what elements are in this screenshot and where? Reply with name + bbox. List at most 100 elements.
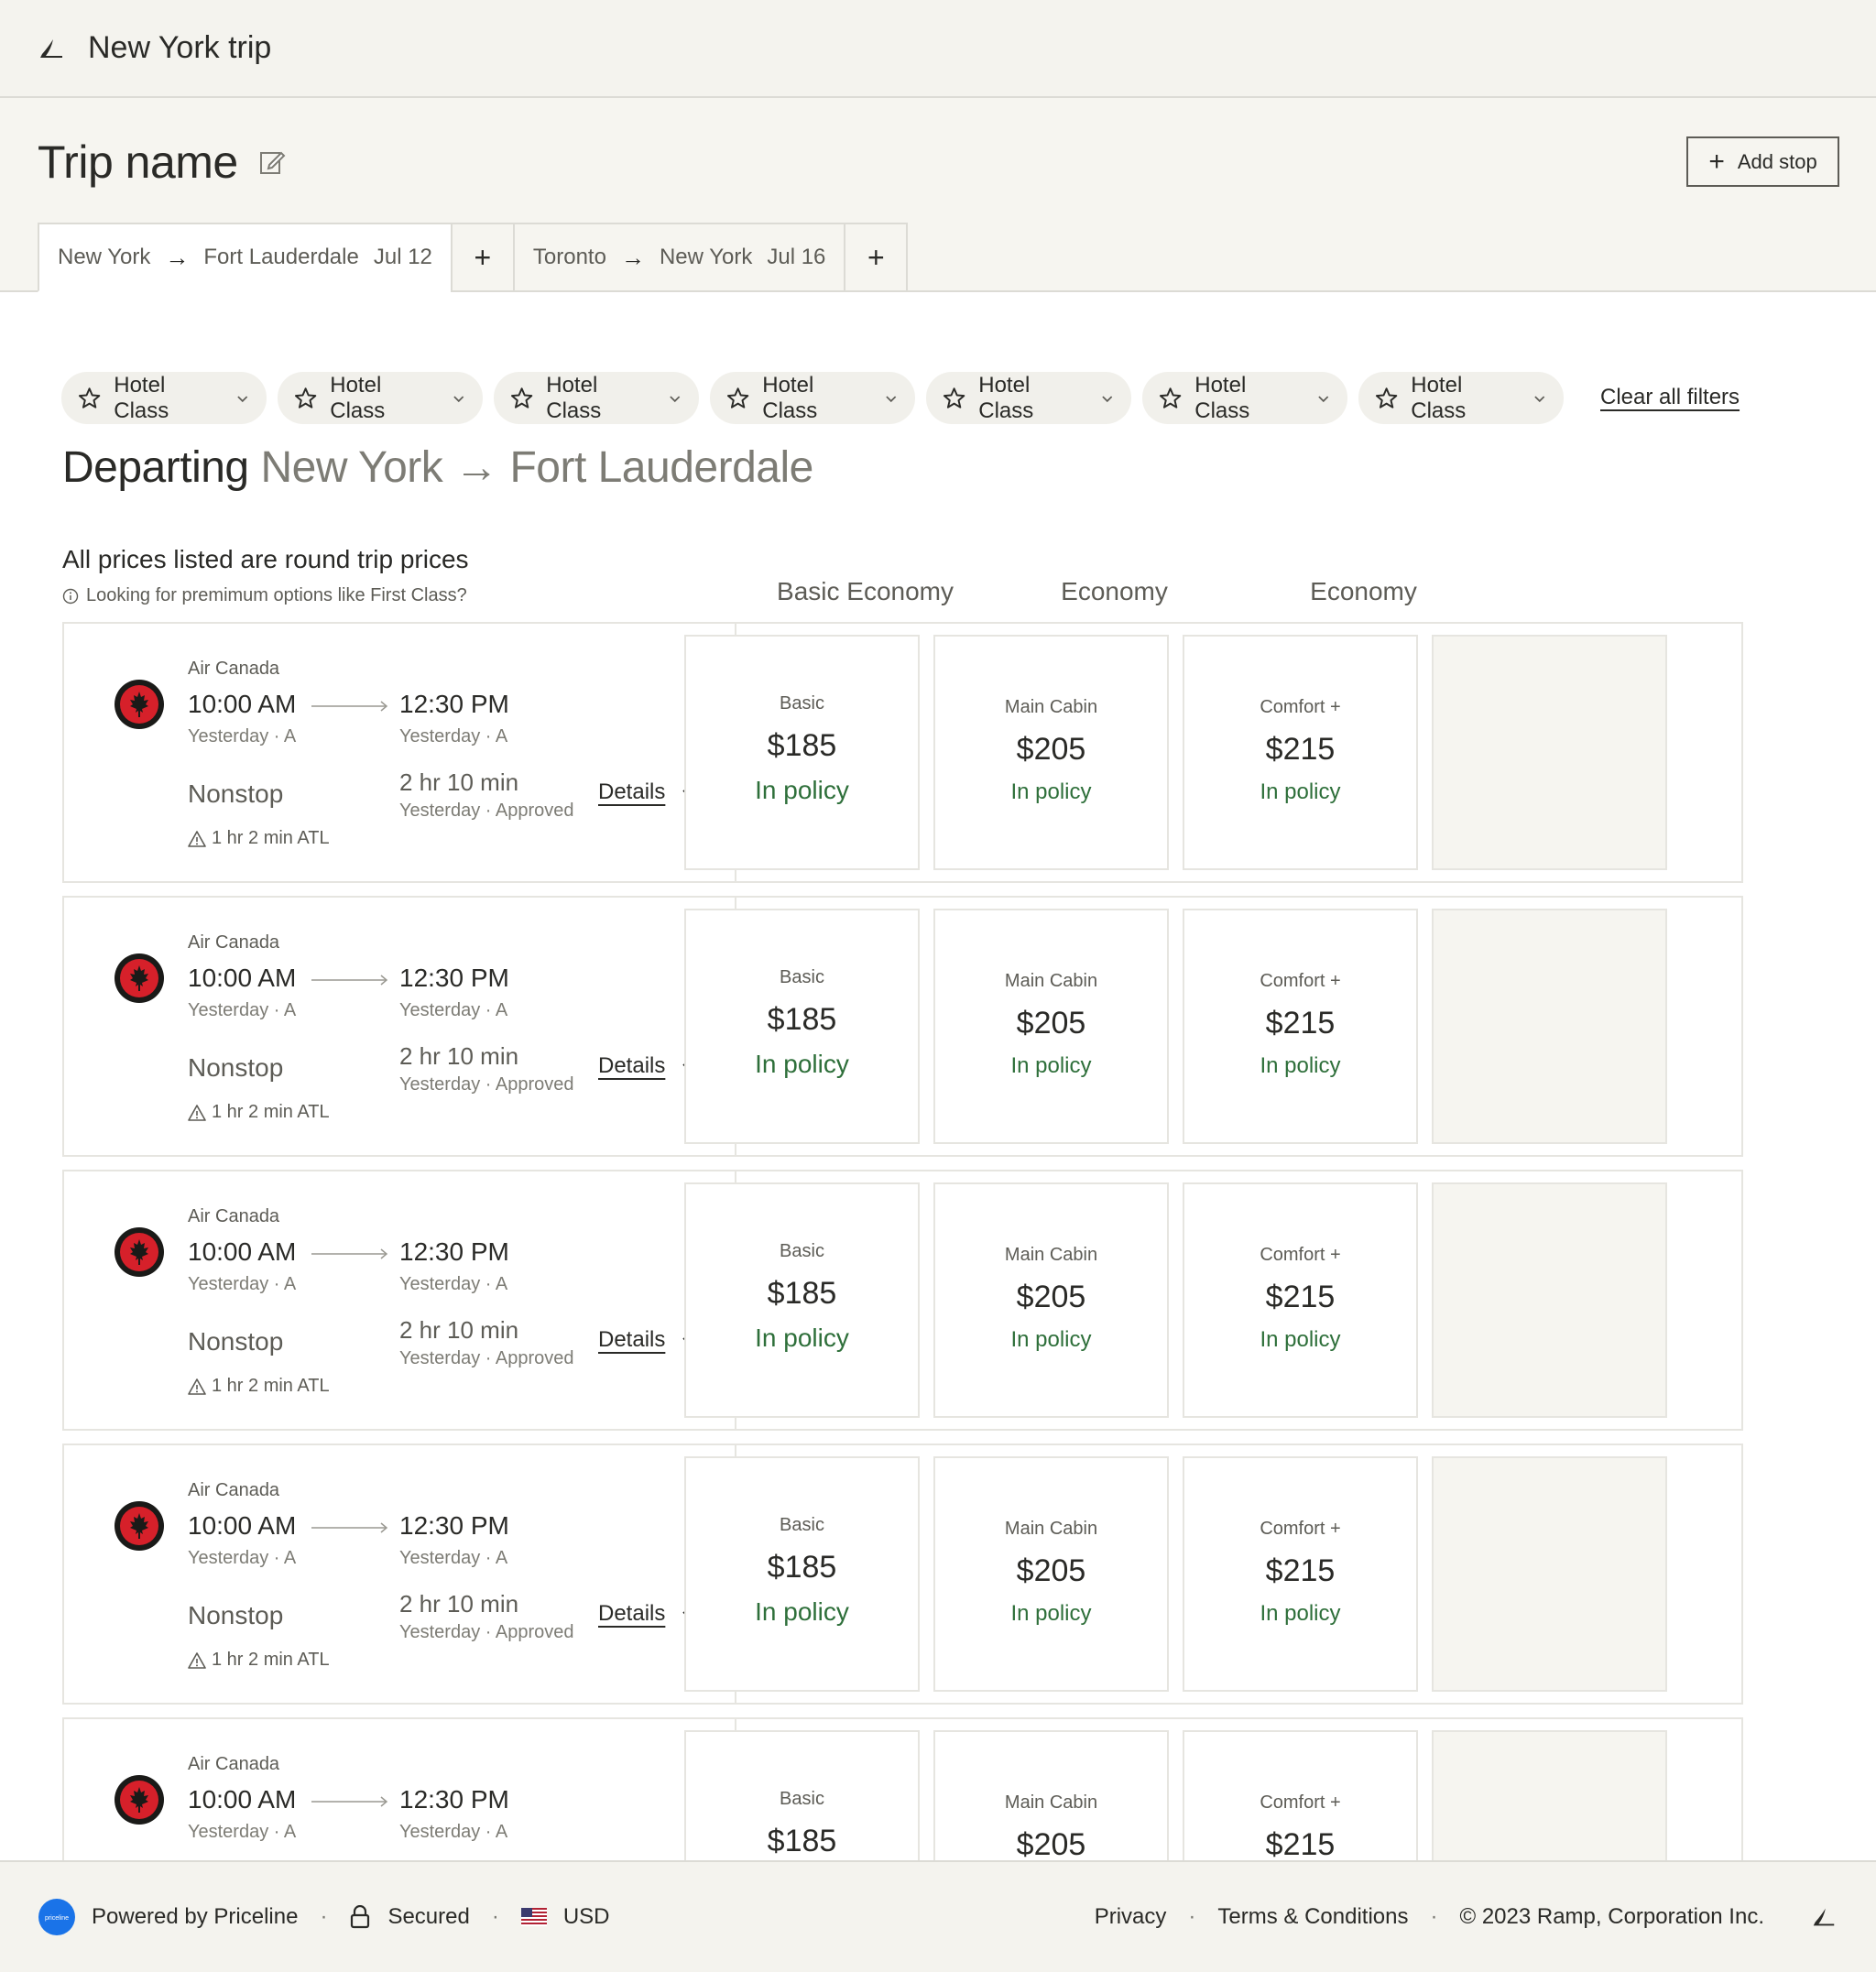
fare-option[interactable]: Comfort + $215 In policy — [1183, 1182, 1418, 1418]
filter-chip-hotel-class[interactable]: Hotel Class — [926, 372, 1131, 424]
fare-option[interactable]: Main Cabin $205 In policy — [933, 635, 1169, 870]
clear-filters-link[interactable]: Clear all filters — [1600, 385, 1740, 410]
chevron-down-icon — [453, 395, 464, 402]
add-leg-button-1[interactable]: + — [450, 223, 515, 292]
layover-info: 1 hr 2 min ATL — [188, 1376, 330, 1397]
departure-time: 10:00 AM — [188, 690, 297, 718]
filter-chip-hotel-class[interactable]: Hotel Class — [278, 372, 483, 424]
departure-subtext: Yesterday · A — [188, 726, 297, 746]
edit-pencil-icon[interactable] — [258, 148, 286, 176]
trip-name: Trip name — [38, 136, 238, 188]
currency-selector[interactable]: USD — [563, 1904, 610, 1930]
filter-chip-hotel-class[interactable]: Hotel Class — [710, 372, 915, 424]
tab-from: New York — [58, 245, 151, 269]
fare-policy: In policy — [755, 1050, 849, 1078]
arrow-right-icon — [311, 975, 388, 986]
fare-price: $205 — [1016, 1006, 1086, 1040]
fare-option[interactable]: Basic $185 In policy — [684, 909, 920, 1144]
fare-policy: In policy — [755, 776, 849, 804]
details-button[interactable]: Details — [598, 1327, 694, 1353]
arrival-subtext: Yesterday · A — [399, 1548, 508, 1568]
fare-option[interactable]: Main Cabin $205 — [933, 1730, 1169, 1862]
premium-options-link[interactable]: Looking for premimum options like First … — [62, 585, 467, 606]
duration-subtext: Yesterday · Approved — [399, 1622, 574, 1642]
departing-label: Departing — [62, 443, 249, 492]
arrow-right-icon — [311, 1796, 388, 1807]
departure-time: 10:00 AM — [188, 964, 297, 992]
fare-name: Basic — [780, 1515, 824, 1535]
duration-text: 2 hr 10 min — [399, 1316, 519, 1344]
tab-leg-1[interactable]: New York → Fort Lauderdale Jul 12 — [38, 223, 453, 292]
arrival-subtext: Yesterday · A — [399, 1822, 508, 1842]
fare-option[interactable]: Comfort + $215 In policy — [1183, 1456, 1418, 1692]
add-leg-button-2[interactable]: + — [844, 223, 909, 292]
filter-chip-hotel-class[interactable]: Hotel Class — [61, 372, 267, 424]
filter-chip-hotel-class[interactable]: Hotel Class — [494, 372, 699, 424]
details-label: Details — [598, 1327, 666, 1352]
filter-chip-label: Hotel Class — [546, 372, 602, 423]
fare-option[interactable]: Basic $185 In policy — [684, 1456, 920, 1692]
fare-name: Basic — [780, 967, 824, 987]
details-button[interactable]: Details — [598, 779, 694, 805]
terms-link[interactable]: Terms & Conditions — [1217, 1904, 1408, 1930]
fare-price: $205 — [1016, 1280, 1086, 1314]
layover-info: 1 hr 2 min ATL — [188, 1650, 330, 1671]
airline-name: Air Canada — [188, 1754, 280, 1774]
add-stop-button[interactable]: + Add stop — [1686, 136, 1839, 187]
departure-time: 10:00 AM — [188, 1511, 297, 1540]
chevron-down-icon — [886, 395, 897, 402]
airline-name: Air Canada — [188, 932, 280, 953]
fare-name: Comfort + — [1260, 1792, 1341, 1813]
separator: · — [320, 1904, 328, 1929]
fare-option[interactable]: Main Cabin $205 In policy — [933, 909, 1169, 1144]
departing-to: Fort Lauderdale — [509, 443, 813, 492]
maple-leaf-icon — [115, 1775, 164, 1825]
warning-icon — [188, 830, 206, 847]
fare-option[interactable]: Comfort + $215 In policy — [1183, 635, 1418, 870]
flight-row: Air Canada 10:00 AM 12:30 PM Yesterday · A Y… — [62, 896, 1743, 1157]
privacy-link[interactable]: Privacy — [1095, 1904, 1167, 1930]
fare-option-empty — [1432, 635, 1667, 870]
flight-row: Air Canada 10:00 AM 12:30 PM Yesterday · A Y… — [62, 622, 1743, 883]
details-button[interactable]: Details — [598, 1053, 694, 1079]
fare-option[interactable]: Comfort + $215 — [1183, 1730, 1418, 1862]
filter-chip-label: Hotel Class — [1194, 372, 1250, 423]
filter-chip-hotel-class[interactable]: Hotel Class — [1358, 372, 1564, 424]
flight-info: Air Canada 10:00 AM 12:30 PM Yesterday · A Y… — [64, 1171, 736, 1429]
tab-leg-2[interactable]: Toronto → New York Jul 16 — [512, 223, 846, 292]
priceline-logo-icon: priceline — [38, 1899, 75, 1935]
arrival-time: 12:30 PM — [399, 964, 509, 992]
arrow-right-icon — [311, 701, 388, 712]
duration-subtext: Yesterday · Approved — [399, 801, 574, 821]
fare-price: $215 — [1265, 1006, 1336, 1040]
tab-from: Toronto — [532, 245, 606, 269]
arrow-right-icon: → — [165, 243, 190, 271]
details-button[interactable]: Details — [598, 1601, 694, 1627]
filter-chip-hotel-class[interactable]: Hotel Class — [1142, 372, 1347, 424]
round-trip-note: All prices listed are round trip prices — [62, 545, 469, 573]
departing-arrow: → — [454, 443, 498, 492]
fare-option[interactable]: Basic $185 In policy — [684, 635, 920, 870]
fare-option[interactable]: Basic $185 In policy — [684, 1182, 920, 1418]
layover-info: 1 hr 2 min ATL — [188, 1102, 330, 1123]
fare-policy: In policy — [755, 1597, 849, 1626]
add-stop-label: Add stop — [1737, 149, 1817, 173]
separator: · — [491, 1904, 499, 1929]
fare-policy: In policy — [1010, 779, 1092, 804]
stops-text: Nonstop — [188, 1327, 284, 1356]
fare-price: $185 — [767, 1276, 837, 1311]
fare-option[interactable]: Main Cabin $205 In policy — [933, 1456, 1169, 1692]
fare-option[interactable]: Main Cabin $205 In policy — [933, 1182, 1169, 1418]
tab-date: Jul 12 — [373, 245, 432, 269]
powered-by-text: Powered by Priceline — [92, 1904, 299, 1929]
fare-option[interactable]: Comfort + $215 In policy — [1183, 909, 1418, 1144]
flight-row: Air Canada 10:00 AM 12:30 PM Yesterday · A Y… — [62, 1717, 1743, 1864]
fare-option[interactable]: Basic $185 — [684, 1730, 920, 1862]
fare-option-empty — [1432, 1730, 1667, 1862]
column-header-economy-2: Economy — [1310, 577, 1417, 605]
departing-from: New York — [260, 443, 443, 492]
warning-icon — [188, 1378, 206, 1395]
stops-text: Nonstop — [188, 1601, 284, 1629]
filter-chip-label: Hotel Class — [1411, 372, 1467, 423]
layover-text: 1 hr 2 min ATL — [212, 1650, 330, 1670]
